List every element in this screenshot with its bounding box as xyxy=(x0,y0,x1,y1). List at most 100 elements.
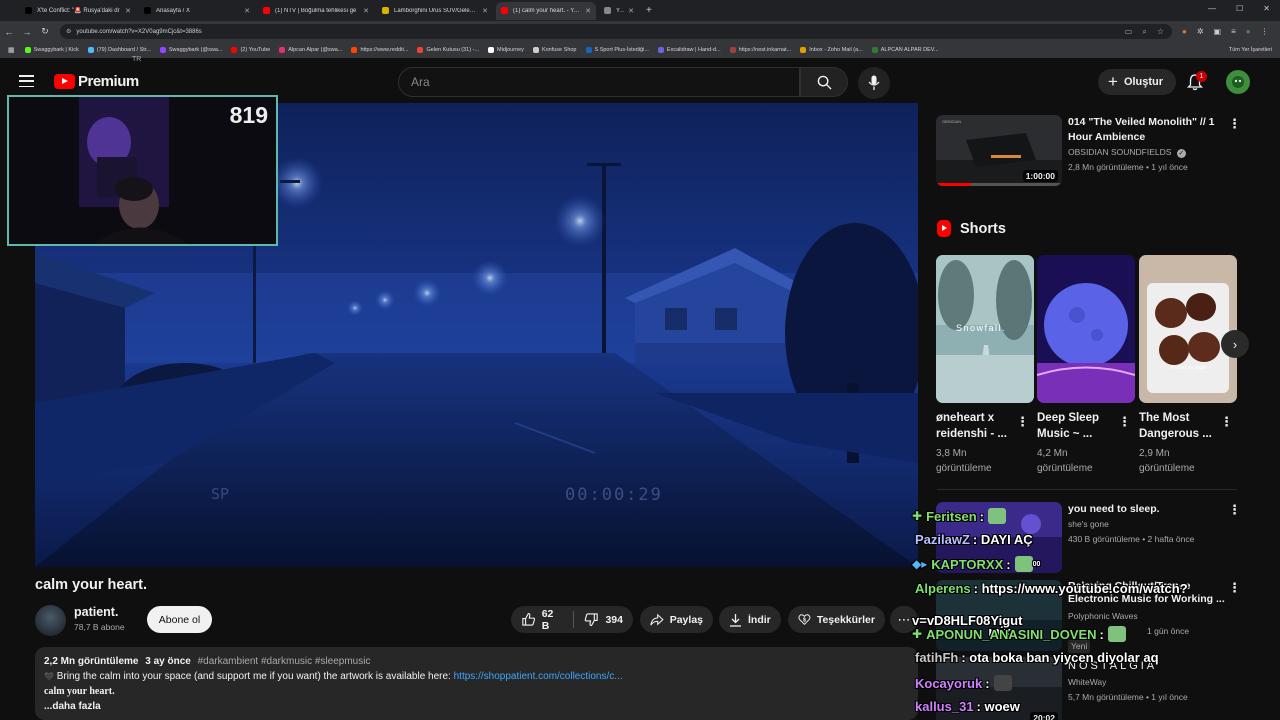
rec-channel-chillout[interactable]: Polyphonic Waves xyxy=(1068,610,1138,623)
short-menu-icon-1[interactable]: ⋮ xyxy=(1016,414,1029,430)
shorts-next-button[interactable]: › xyxy=(1221,330,1249,358)
bookmark-favicon-icon xyxy=(532,47,539,53)
voice-search-button[interactable] xyxy=(858,67,890,99)
apps-icon[interactable]: ▦ xyxy=(8,46,15,54)
bookmark-item[interactable]: Alpcan Alpar (@swa... xyxy=(279,47,342,53)
download-button[interactable]: İndir xyxy=(719,606,781,633)
rec-channel-sleep[interactable]: she's gone xyxy=(1068,518,1109,531)
show-more-link[interactable]: ...daha fazla xyxy=(44,699,909,714)
bookmark-item[interactable]: https://www.reddit... xyxy=(351,47,408,53)
tab-close-icon[interactable]: ✕ xyxy=(585,7,591,15)
bookmark-star-icon[interactable]: ☆ xyxy=(1157,27,1164,37)
puzzle-icon[interactable]: ✲ xyxy=(1197,27,1204,36)
short-title-3[interactable]: The Most Dangerous ... xyxy=(1139,410,1212,442)
browser-tab[interactable]: (1) calm your heart. - YouT ✕ xyxy=(496,1,596,20)
subscribe-button[interactable]: Abone ol xyxy=(147,606,212,633)
close-window-icon[interactable]: ✕ xyxy=(1263,4,1270,13)
maximize-icon[interactable]: ☐ xyxy=(1236,4,1243,13)
forward-icon[interactable]: → xyxy=(18,27,36,37)
short-thumbnail-3[interactable]: it's just an apple xyxy=(1139,255,1237,403)
short-menu-icon-2[interactable]: ⋮ xyxy=(1118,414,1131,430)
bookmark-item[interactable]: Swaggybark (@swa... xyxy=(159,47,222,53)
create-label: Oluştur xyxy=(1123,76,1164,88)
user-avatar[interactable] xyxy=(1226,70,1250,94)
bookmark-favicon-icon xyxy=(585,47,592,53)
short-views-3-count: 2,9 Mn xyxy=(1139,448,1170,459)
short-menu-icon-3[interactable]: ⋮ xyxy=(1220,414,1233,430)
browser-tab[interactable]: Anasayfa / X ✕ xyxy=(139,2,255,20)
tab-title: Anasayfa / X xyxy=(156,7,191,14)
chat-text: : https://www.youtube.com/watch? xyxy=(973,581,1188,596)
browser-tab[interactable]: (1) NTV | Boğulma tehlikesi ge ✕ xyxy=(258,2,374,20)
dislike-button[interactable]: 394 xyxy=(584,612,623,627)
bookmark-item[interactable]: Konfuse Shop xyxy=(532,47,577,53)
bookmark-item[interactable]: S Sport Plus-İstediği... xyxy=(585,47,649,53)
short-title-1[interactable]: øneheart x reidenshi - ... xyxy=(936,410,1007,442)
bookmark-item[interactable]: (79) Dashboard / Str... xyxy=(87,47,151,53)
bookmark-item[interactable]: ALPCAN ALPAR DEV... xyxy=(871,47,939,53)
search-input[interactable]: Ara xyxy=(398,67,800,97)
reload-icon[interactable]: ↻ xyxy=(36,26,54,37)
channel-avatar[interactable] xyxy=(35,605,66,636)
bookmark-list: Swaggybark | Kick (79) Dashboard / Str...… xyxy=(24,47,948,53)
bookmark-item[interactable]: (2) YouTube xyxy=(231,47,270,53)
browser-tab[interactable]: Yükle ✕ xyxy=(599,2,639,20)
tab-close-icon[interactable]: ✕ xyxy=(244,7,250,15)
tab-close-icon[interactable]: ✕ xyxy=(628,7,634,15)
search-button[interactable] xyxy=(800,67,848,97)
zoom-icon[interactable]: ⌕ xyxy=(1142,27,1146,37)
bookmark-item[interactable]: Excalidraw | Hand-d... xyxy=(657,47,721,53)
url-field[interactable]: ⚙ youtube.com/watch?v=X2V0ag9mCjc&t=3886… xyxy=(60,24,1172,39)
tab-close-icon[interactable]: ✕ xyxy=(363,7,369,15)
video-overlay-timecode: 00:00:29 xyxy=(565,485,663,505)
all-bookmarks[interactable]: Tüm Yer İşaretleri xyxy=(1229,47,1272,53)
back-icon[interactable]: ← xyxy=(0,27,18,37)
bookmark-item[interactable]: Swaggybark | Kick xyxy=(24,47,79,53)
thanks-button[interactable]: $ Teşekkürler xyxy=(788,606,885,633)
description-box[interactable]: 2,2 Mn görüntüleme 3 ay önce #darkambien… xyxy=(35,647,918,720)
rec-title-sleep[interactable]: you need to sleep. xyxy=(1068,502,1160,517)
extension-icon[interactable]: ● xyxy=(1182,27,1187,36)
rec-menu-icon-sleep[interactable]: ⋮ xyxy=(1228,502,1241,518)
minimize-icon[interactable]: — xyxy=(1208,4,1216,13)
description-meta: 2,2 Mn görüntüleme 3 ay önce #darkambien… xyxy=(44,654,909,669)
menu-icon[interactable] xyxy=(19,75,34,87)
bookmark-item[interactable]: Gelen Kutusu (31) -... xyxy=(417,47,479,53)
short-thumbnail-1[interactable]: Snowfall. xyxy=(936,255,1034,403)
site-info-icon[interactable]: ⚙ xyxy=(66,28,71,35)
rec-title-monolith[interactable]: 014 "The Veiled Monolith" // 1 Hour Ambi… xyxy=(1068,115,1215,145)
browser-tab[interactable]: Lamborghini Urus SUV/Gelenek ✕ xyxy=(377,2,493,20)
rec-thumbnail-monolith[interactable]: OBSIDIAN 1:00:00 xyxy=(936,115,1062,186)
youtube-premium-logo[interactable]: Premium xyxy=(54,73,139,90)
profile-icon[interactable]: ▣ xyxy=(1214,27,1222,36)
rec-menu-icon-chillout[interactable]: ⋮ xyxy=(1228,580,1241,596)
tab-close-icon[interactable]: ✕ xyxy=(482,7,488,15)
bookmark-item[interactable]: https://nest.inkarnat... xyxy=(729,47,791,53)
cast-icon[interactable]: ▭ xyxy=(1125,27,1133,37)
bookmark-item[interactable]: Midjourney xyxy=(488,47,524,53)
short-title-2[interactable]: Deep Sleep Music ~ ... xyxy=(1037,410,1099,442)
create-button[interactable]: + Oluştur xyxy=(1098,69,1176,95)
tab-close-icon[interactable]: ✕ xyxy=(125,7,131,15)
new-tab-button[interactable]: + xyxy=(646,5,652,16)
description-link[interactable]: https://shoppatient.com/collections/c... xyxy=(454,671,623,682)
account-avatar-icon[interactable]: ● xyxy=(1246,27,1251,36)
bookmark-item[interactable]: Inbox - Zoho Mail (a... xyxy=(800,47,863,53)
browser-menu-icon[interactable]: ⋮ xyxy=(1261,27,1269,36)
search-icon xyxy=(817,75,832,90)
share-button[interactable]: Paylaş xyxy=(640,606,713,633)
browser-tab[interactable]: X'te Conflict: "🚨 Rusya'daki dr ✕ xyxy=(20,2,136,20)
channel-name[interactable]: patient. xyxy=(74,605,118,619)
short-thumbnail-2[interactable] xyxy=(1037,255,1135,403)
rec-channel-monolith[interactable]: OBSIDIAN SOUNDFIELDS ✓ xyxy=(1068,146,1186,159)
rec-channel-nostalgia[interactable]: WhiteWay xyxy=(1068,676,1106,689)
reading-list-icon[interactable]: ≡ xyxy=(1231,27,1236,36)
like-button[interactable]: 62 B xyxy=(521,608,563,632)
tab-list: X'te Conflict: "🚨 Rusya'daki dr ✕ Anasayfa… xyxy=(20,1,642,20)
short-image-apples xyxy=(1139,255,1237,403)
share-label: Paylaş xyxy=(669,613,703,626)
hashtags[interactable]: #darkambient #darkmusic #sleepmusic xyxy=(198,656,371,667)
rec-menu-icon[interactable]: ⋮ xyxy=(1228,116,1241,132)
tab-favicon-icon xyxy=(604,7,611,14)
bookmark-favicon-icon xyxy=(729,47,736,53)
